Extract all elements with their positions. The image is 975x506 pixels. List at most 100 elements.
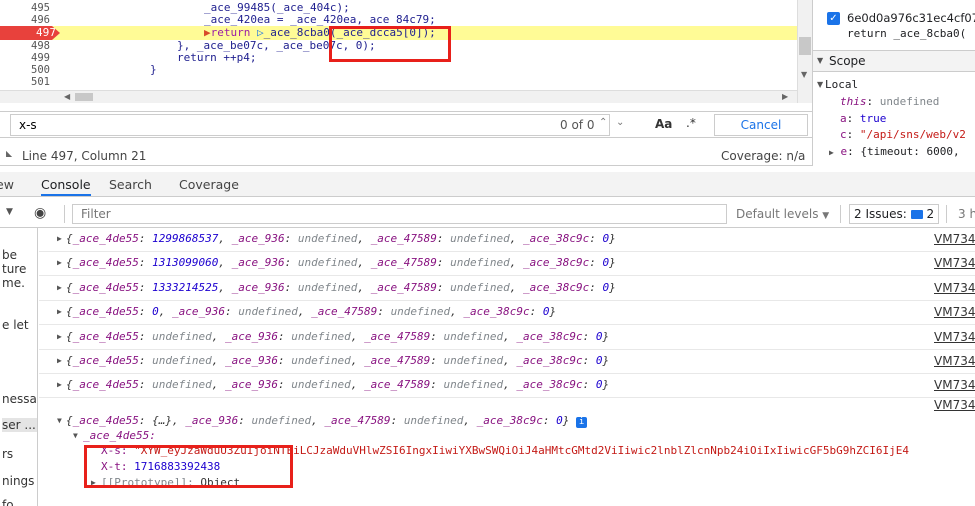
line-number: 496	[31, 14, 50, 26]
sidebar-item-info[interactable]: fo	[2, 498, 14, 506]
sidebar-text: be	[2, 248, 17, 262]
source-code-editor[interactable]: 495 _ace_99485(_ace_404c); 496 _ace_420e…	[0, 0, 797, 90]
filter-input[interactable]	[72, 204, 727, 224]
vertical-scrollbar[interactable]: ▼	[797, 0, 812, 103]
expand-right-icon[interactable]: ▶	[57, 356, 62, 365]
scope-item[interactable]: a: true	[840, 112, 886, 125]
object-summary[interactable]: ▶ {_ace_4de55: 0, _ace_936: undefined, _a…	[57, 305, 556, 318]
breakpoint-line-number: 497	[35, 27, 56, 39]
console-message[interactable]: ▶ {_ace_4de55: undefined, _ace_936: undef…	[39, 374, 975, 399]
code-line: 500 }	[0, 63, 797, 77]
dropdown-arrow-icon: ▼	[822, 211, 830, 221]
find-previous-icon[interactable]: ⌃	[599, 117, 607, 128]
find-next-icon[interactable]: ⌄	[616, 117, 624, 128]
object-summary[interactable]: ▶ {_ace_4de55: 1299868537, _ace_936: unde…	[57, 232, 616, 245]
tab-search[interactable]: Search	[109, 177, 152, 192]
sidebar-item-errors[interactable]: rs	[2, 447, 13, 461]
sidebar-item-messages[interactable]: nessa...	[2, 392, 37, 406]
sidebar-toggle-icon[interactable]: ◣	[6, 149, 12, 158]
expand-down-icon[interactable]: ▼	[817, 80, 823, 89]
local-scope-label[interactable]: Local	[825, 78, 858, 91]
expand-right-icon[interactable]: ▶	[57, 283, 62, 292]
scope-header[interactable]: ▼ Scope	[813, 50, 975, 72]
object-summary[interactable]: ▶ {_ace_4de55: 1333214525, _ace_936: unde…	[57, 281, 616, 294]
source-link[interactable]: VM7348	[934, 398, 975, 412]
expand-right-icon[interactable]: ▶	[57, 234, 62, 243]
expand-down-icon[interactable]: ▼	[57, 416, 62, 425]
expand-down-icon: ▼	[817, 56, 824, 65]
console-toolbar: ▼ ◉ Default levels ▼ 2 Issues: 2 3 h	[0, 201, 975, 228]
object-summary[interactable]: ▶ {_ace_4de55: undefined, _ace_936: undef…	[57, 354, 609, 367]
drawer-tabs: ew Console Search Coverage	[0, 172, 975, 197]
console-message[interactable]: ▶ {_ace_4de55: 1299868537, _ace_936: unde…	[39, 228, 975, 252]
find-bar: 0 of 0 ⌃ ⌄ Aa .* Cancel	[0, 111, 812, 138]
checkbox-checked-icon[interactable]: ✓	[827, 12, 840, 25]
scope-item[interactable]: c: "/api/sns/web/v2	[840, 128, 966, 141]
breakpoint-marker[interactable]: 497	[0, 26, 60, 40]
expand-right-icon[interactable]: ▶	[57, 307, 62, 316]
source-link[interactable]: VM7348	[934, 378, 975, 392]
expand-right-icon[interactable]: ▶	[57, 258, 62, 267]
sidebar-text: me.	[2, 276, 25, 290]
highlight-box	[84, 445, 293, 488]
issues-button[interactable]: 2 Issues: 2	[849, 204, 940, 224]
scroll-down-icon[interactable]: ▼	[801, 70, 807, 79]
scroll-right-icon[interactable]: ▶	[782, 92, 788, 101]
scope-label: Scope	[829, 54, 866, 68]
expand-right-icon[interactable]: ▶	[57, 380, 62, 389]
scope-item[interactable]: ▶ e: {timeout: 6000,	[829, 145, 960, 158]
scope-item[interactable]: this: undefined	[840, 95, 939, 108]
expand-right-icon[interactable]: ▶	[829, 148, 834, 157]
sidebar-text: ture	[2, 262, 27, 276]
regex-button[interactable]: .*	[686, 116, 696, 130]
scrollbar-thumb[interactable]	[799, 37, 811, 55]
console-message[interactable]: ▶ {_ace_4de55: undefined, _ace_936: undef…	[39, 326, 975, 350]
line-number: 495	[31, 2, 50, 14]
cancel-button[interactable]: Cancel	[714, 114, 808, 136]
code-line: 496 _ace_420ea = _ace_420ea, ace 84c79;	[0, 14, 797, 27]
code-text: }	[150, 63, 157, 76]
sidebar-item-user-messages[interactable]: ser ...	[2, 418, 37, 432]
sidebar-text: e let	[2, 318, 29, 332]
tab-coverage[interactable]: Coverage	[179, 177, 239, 192]
expand-right-icon[interactable]: ▶	[57, 332, 62, 341]
line-number: 501	[31, 76, 50, 88]
console-message[interactable]: ▶ {_ace_4de55: 1333214525, _ace_936: unde…	[39, 277, 975, 301]
find-input[interactable]	[10, 114, 610, 136]
eye-icon[interactable]: ◉	[34, 205, 46, 221]
console-message[interactable]: ▶ {_ace_4de55: 0, _ace_936: undefined, _a…	[39, 301, 975, 326]
line-number: 498	[31, 40, 50, 52]
coverage-status[interactable]: Coverage: n/a	[721, 149, 805, 163]
console-message[interactable]: ▶ {_ace_4de55: 1313099060, _ace_936: unde…	[39, 252, 975, 277]
find-result-count: 0 of 0	[560, 118, 595, 132]
call-stack[interactable]: ✓ 6e0d0a976c31ec4cf07 return _ace_8cba0(	[813, 0, 975, 44]
step-marker-icon: ▷	[256, 26, 264, 39]
object-summary[interactable]: ▶ {_ace_4de55: undefined, _ace_936: undef…	[57, 378, 609, 391]
property-key[interactable]: ▼ _ace_4de55:	[73, 429, 156, 442]
source-link[interactable]: VM7348	[934, 256, 975, 270]
object-summary[interactable]: ▶ {_ace_4de55: undefined, _ace_936: undef…	[57, 330, 609, 343]
log-levels-dropdown[interactable]: Default levels ▼	[736, 207, 829, 221]
source-link[interactable]: VM7348	[934, 330, 975, 344]
console-output: ▶ {_ace_4de55: 1299868537, _ace_936: unde…	[39, 228, 975, 506]
code-line: 501	[0, 76, 797, 88]
console-message[interactable]: ▶ {_ace_4de55: undefined, _ace_936: undef…	[39, 350, 975, 374]
tab-overview[interactable]: ew	[0, 177, 14, 192]
expand-down-icon[interactable]: ▼	[73, 431, 78, 440]
object-summary[interactable]: ▶ {_ace_4de55: 1313099060, _ace_936: unde…	[57, 256, 616, 269]
scrollbar-thumb[interactable]	[75, 93, 93, 101]
source-link[interactable]: VM7348	[934, 305, 975, 319]
match-case-button[interactable]: Aa	[655, 117, 672, 131]
dropdown-arrow-icon[interactable]: ▼	[6, 207, 13, 217]
source-link[interactable]: VM7348	[934, 354, 975, 368]
scroll-left-icon[interactable]: ◀	[64, 92, 70, 101]
debugger-sidebar: ✓ 6e0d0a976c31ec4cf07 return _ace_8cba0(…	[812, 0, 975, 166]
horizontal-scrollbar[interactable]: ◀ ▶	[0, 90, 797, 103]
tab-console[interactable]: Console	[41, 177, 91, 196]
object-summary[interactable]: ▼ {_ace_4de55: {…}, _ace_936: undefined, …	[57, 414, 588, 428]
source-link[interactable]: VM7348	[934, 232, 975, 246]
cursor-position: Line 497, Column 21	[22, 149, 147, 163]
info-icon[interactable]: i	[576, 417, 588, 428]
sidebar-item-warnings[interactable]: nings	[2, 474, 34, 488]
source-link[interactable]: VM7348	[934, 281, 975, 295]
